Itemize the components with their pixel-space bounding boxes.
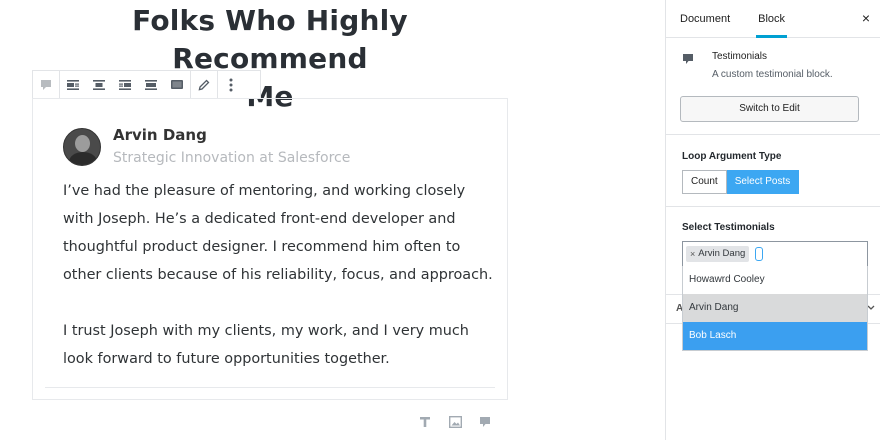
chevron-down-icon <box>867 303 875 314</box>
author-name: Arvin Dang <box>113 126 207 144</box>
page-heading-line-1: Folks Who Highly Recommend <box>132 4 408 75</box>
align-wide-icon[interactable] <box>138 71 164 98</box>
loop-argument-toggle: Count Select Posts <box>682 170 800 194</box>
align-full-icon[interactable] <box>164 71 190 98</box>
testimonial-icon[interactable] <box>477 414 493 430</box>
panel-divider <box>666 206 880 207</box>
testimonials-token-field[interactable]: × Arvin Dang <box>682 241 868 267</box>
count-option-button[interactable]: Count <box>682 170 727 194</box>
align-left-icon[interactable] <box>60 71 86 98</box>
token-remove-icon[interactable]: × <box>690 248 695 260</box>
block-card-title: Testimonials <box>712 51 768 62</box>
author-role: Strategic Innovation at Salesforce <box>113 150 351 166</box>
block-card: Testimonials A custom testimonial block. <box>666 38 880 82</box>
testimonial-block[interactable]: Arvin Dang Strategic Innovation at Sales… <box>32 98 508 400</box>
testimonial-author: Arvin Dang Strategic Innovation at Sales… <box>63 125 350 168</box>
panel-divider <box>666 134 880 135</box>
quote-paragraph-1: I’ve had the pleasure of mentoring, and … <box>63 183 493 283</box>
edit-pencil-icon[interactable] <box>191 71 217 98</box>
suggestion-item[interactable]: Arvin Dang <box>683 294 867 322</box>
block-card-description: A custom testimonial block. <box>712 69 833 80</box>
more-vertical-icon[interactable] <box>218 71 244 98</box>
suggestion-item[interactable]: Howawrd Cooley <box>683 266 867 294</box>
editor-canvas: Folks Who Highly Recommend Me Arvin Dang… <box>0 0 652 440</box>
switch-to-edit-button[interactable]: Switch to Edit <box>680 96 859 122</box>
testimonial-quote: I’ve had the pleasure of mentoring, and … <box>63 177 493 373</box>
select-posts-option-button[interactable]: Select Posts <box>726 170 800 194</box>
tab-block[interactable]: Block <box>744 0 799 38</box>
testimonial-block-icon[interactable] <box>33 71 59 98</box>
suggestions-list: Howawrd Cooley Arvin Dang Bob Lasch <box>682 266 868 351</box>
sidebar-tabs: Document Block × <box>666 0 880 38</box>
quote-paragraph-2: I trust Joseph with my clients, my work,… <box>63 323 469 367</box>
select-testimonials-label: Select Testimonials <box>682 222 775 233</box>
image-icon[interactable] <box>447 414 463 430</box>
testimonial-icon <box>682 52 698 82</box>
token-label: Arvin Dang <box>698 248 746 259</box>
block-toolbar <box>32 70 261 99</box>
align-right-icon[interactable] <box>112 71 138 98</box>
close-icon[interactable]: × <box>862 10 870 26</box>
suggestion-item[interactable]: Bob Lasch <box>683 322 867 350</box>
settings-sidebar: Document Block × Testimonials A custom t… <box>665 0 880 440</box>
text-icon[interactable] <box>417 414 433 430</box>
tab-document[interactable]: Document <box>666 0 744 38</box>
block-inserter <box>417 414 493 430</box>
token-text-input[interactable] <box>755 247 764 261</box>
align-center-icon[interactable] <box>86 71 112 98</box>
avatar <box>63 127 101 166</box>
loop-argument-label: Loop Argument Type <box>682 151 782 162</box>
token-arvin-dang: × Arvin Dang <box>686 246 750 262</box>
block-divider <box>45 387 495 388</box>
